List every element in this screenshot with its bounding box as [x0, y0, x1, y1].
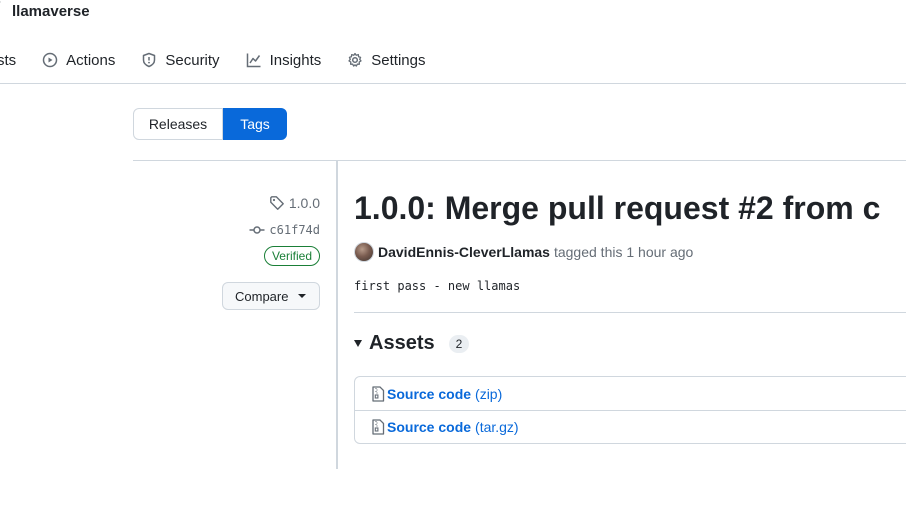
tags-tab-button[interactable]: Tags: [223, 108, 287, 140]
release-commit-sha: c61f74d: [269, 223, 320, 237]
nav-item-settings[interactable]: Settings: [347, 44, 425, 76]
nav-label-security: Security: [165, 51, 220, 69]
file-zip-icon: [372, 419, 385, 435]
assets-title: Assets: [369, 332, 435, 354]
releases-tags-toggle: Releases Tags: [133, 108, 287, 140]
chevron-down-icon: [298, 294, 307, 298]
release-title[interactable]: 1.0.0: Merge pull request #2 from c: [354, 190, 880, 227]
release-tag-label: 1.0.0: [288, 195, 320, 211]
nav-label-insights: Insights: [269, 51, 322, 69]
author-name-link[interactable]: DavidEnnis-CleverLlamas: [378, 244, 550, 260]
compare-label: Compare: [235, 288, 289, 304]
asset-ext-targz[interactable]: (tar.gz): [475, 419, 519, 435]
release-timeline-line: [336, 160, 338, 469]
shield-icon: [143, 52, 156, 68]
repo-header: / llamaverse sts Actions Security: [0, 0, 906, 84]
release-tag-link[interactable]: 1.0.0: [269, 195, 320, 211]
assets-list: Source code (zip) Source code (tar.gz): [354, 376, 906, 444]
list-item[interactable]: Source code (tar.gz): [355, 410, 906, 443]
section-divider: [133, 160, 906, 161]
triangle-down-icon: [354, 340, 362, 347]
nav-label-lists: sts: [0, 51, 17, 69]
nav-label-settings: Settings: [371, 51, 426, 69]
repo-nav: sts Actions Security Insights Settings: [0, 44, 451, 76]
nav-item-security[interactable]: Security: [141, 44, 220, 76]
release-author-row: DavidEnnis-CleverLlamas tagged this 1 ho…: [354, 242, 693, 262]
git-commit-icon: [249, 226, 265, 234]
file-zip-icon: [372, 385, 385, 402]
nav-item-actions[interactable]: Actions: [42, 44, 115, 76]
compare-dropdown-button[interactable]: Compare: [222, 282, 320, 310]
nav-item-insights[interactable]: Insights: [246, 44, 322, 76]
verified-badge[interactable]: Verified: [263, 246, 320, 266]
asset-link-zip[interactable]: Source code: [387, 386, 471, 402]
play-icon: [42, 52, 58, 68]
assets-divider: [354, 312, 906, 313]
release-commit-link[interactable]: c61f74d: [249, 222, 320, 238]
tagged-time-text: tagged this 1 hour ago: [553, 244, 694, 260]
nav-item-lists[interactable]: sts: [0, 44, 16, 76]
assets-summary-toggle[interactable]: Assets 2: [354, 332, 470, 355]
releases-tab-button[interactable]: Releases: [133, 108, 223, 140]
nav-label-actions: Actions: [66, 51, 116, 69]
avatar[interactable]: [354, 242, 374, 262]
gear-icon: [348, 52, 362, 67]
graph-icon: [246, 53, 261, 68]
asset-ext-zip[interactable]: (zip): [475, 386, 502, 402]
tag-icon: [269, 196, 284, 210]
list-item[interactable]: Source code (zip): [355, 377, 906, 410]
assets-count-badge: 2: [448, 334, 470, 353]
asset-link-targz[interactable]: Source code: [387, 419, 471, 435]
release-notes: first pass - new llamas: [354, 279, 521, 293]
repo-name-link[interactable]: llamaverse: [12, 3, 90, 20]
